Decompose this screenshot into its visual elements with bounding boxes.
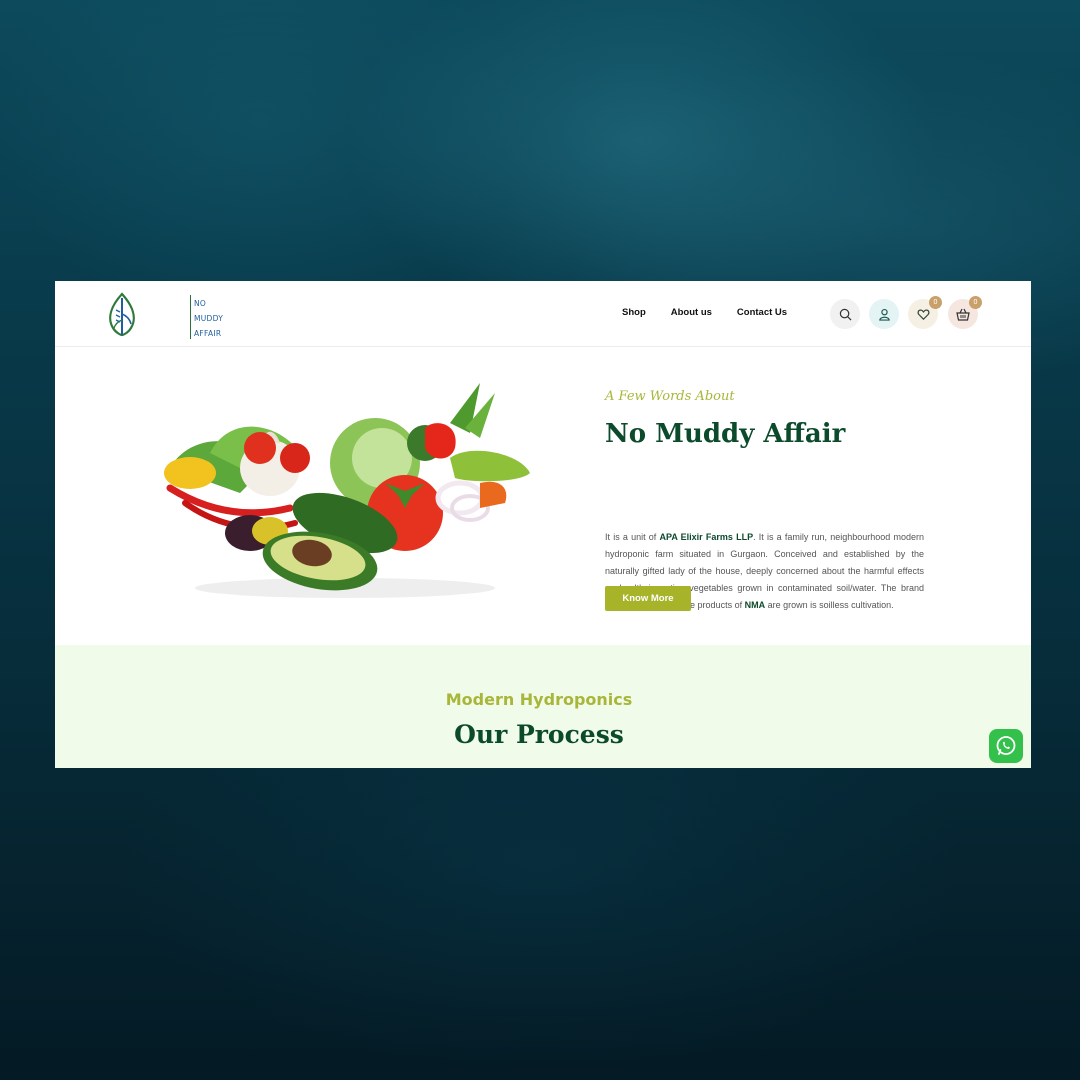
- company-name: APA Elixir Farms LLP: [659, 532, 754, 542]
- process-subtitle: Modern Hydroponics: [445, 690, 633, 709]
- logo-line-1: NO: [194, 299, 207, 308]
- site-header: NO MUDDY AFFAIR Shop About us Contact Us: [55, 281, 1031, 347]
- whatsapp-chat-button[interactable]: [989, 729, 1023, 763]
- account-button[interactable]: [869, 299, 899, 329]
- nav-shop[interactable]: Shop: [622, 307, 646, 318]
- heart-icon: [917, 308, 929, 320]
- logo-line-2: MUDDY: [194, 314, 224, 323]
- process-section: Modern Hydroponics Our Process: [55, 645, 1031, 768]
- desc-part-1: It is a unit of: [605, 532, 660, 542]
- about-title: No Muddy Affair: [605, 419, 846, 449]
- wishlist-button[interactable]: 0: [908, 296, 942, 329]
- nav-about-us[interactable]: About us: [671, 307, 712, 318]
- main-nav: Shop About us Contact Us: [622, 307, 787, 318]
- know-more-button[interactable]: Know More: [605, 586, 691, 611]
- brand-short-name: NMA: [744, 600, 766, 610]
- nav-contact-us[interactable]: Contact Us: [737, 307, 787, 318]
- about-section: A Few Words About No Muddy Affair It is …: [55, 347, 1031, 645]
- search-icon: [839, 308, 851, 320]
- cart-count-badge: 0: [969, 296, 982, 309]
- cart-button[interactable]: 0: [948, 296, 982, 329]
- desc-part-3: are grown is soilless cultivation.: [765, 600, 894, 610]
- leaf-logo-icon: [109, 292, 135, 337]
- site-logo[interactable]: NO MUDDY AFFAIR: [105, 288, 223, 340]
- logo-wordmark: NO MUDDY AFFAIR: [194, 296, 223, 341]
- logo-line-3: AFFAIR: [194, 329, 222, 338]
- wishlist-count-badge: 0: [929, 296, 942, 309]
- website-frame: NO MUDDY AFFAIR Shop About us Contact Us: [55, 281, 1031, 768]
- user-icon: [878, 308, 890, 321]
- about-script-heading: A Few Words About: [605, 389, 735, 404]
- search-button[interactable]: [830, 299, 860, 329]
- logo-divider: [190, 295, 191, 339]
- basket-icon: [956, 308, 970, 321]
- whatsapp-icon: [996, 736, 1016, 755]
- vegetables-illustration: [164, 383, 530, 598]
- process-title: Our Process: [454, 720, 624, 749]
